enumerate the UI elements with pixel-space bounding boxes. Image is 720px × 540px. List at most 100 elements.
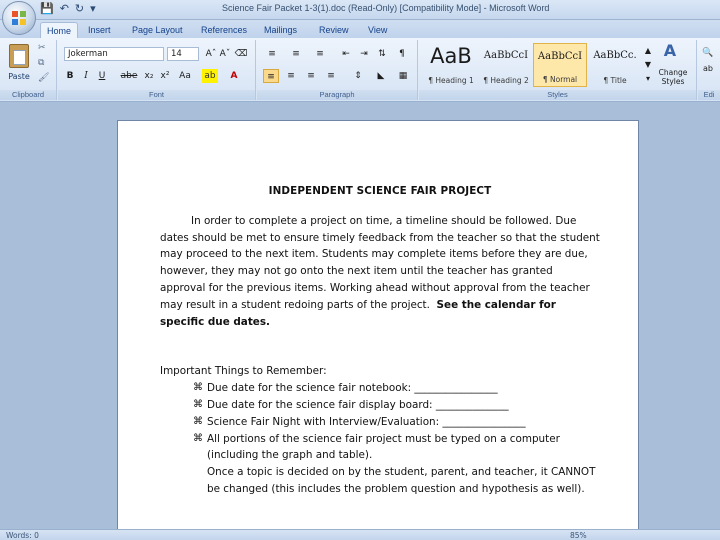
document-title: INDEPENDENT SCIENCE FAIR PROJECT (268, 185, 492, 197)
intro-text: In order to complete a project on time, … (160, 214, 600, 311)
style-heading-2[interactable]: AaBbCcI ¶ Heading 2 (479, 43, 533, 87)
subscript-button[interactable]: x₂ (142, 69, 156, 83)
styles-scroll-up-icon[interactable]: ▲ (643, 44, 653, 58)
bullet-icon: ⌘ (193, 382, 203, 394)
save-icon[interactable]: 💾 (40, 2, 54, 16)
format-painter-icon[interactable]: 🖌 (38, 73, 49, 83)
superscript-button[interactable]: x² (158, 69, 172, 83)
style-sample: AaBbCcI (483, 50, 529, 61)
things-heading: Important Things to Remember: (160, 365, 327, 378)
font-name-select[interactable]: Jokerman (64, 47, 164, 61)
undo-icon[interactable]: ↶ (60, 2, 69, 16)
style-sample: AaB (430, 44, 472, 68)
multilevel-list-icon[interactable]: ≡ (311, 47, 329, 61)
font-group: Jokerman 14 Aˆ Aˇ ⌫ B I U abe x₂ x² Aa a… (58, 40, 256, 100)
list-item: ⌘ Due date for the science fair display … (160, 397, 600, 414)
decrease-indent-icon[interactable]: ⇤ (339, 47, 353, 61)
status-bar: Words: 0 85% (0, 529, 720, 540)
editing-group-label: Edi (698, 90, 720, 100)
tab-references[interactable]: References (195, 22, 253, 38)
bold-button[interactable]: B (64, 69, 76, 83)
change-styles-button[interactable]: Change Styles (653, 68, 693, 86)
title-bar: 💾 ↶ ↻ ▾ Science Fair Packet 1-3(1).doc (… (0, 0, 720, 20)
numbering-icon[interactable]: ≡ (287, 47, 305, 61)
style-title[interactable]: AaBbCc. ¶ Title (588, 43, 642, 87)
list-item-text: Due date for the science fair notebook: … (207, 382, 498, 395)
justify-icon[interactable]: ≡ (323, 69, 339, 83)
styles-more-icon[interactable]: ▾ (643, 72, 653, 86)
tab-view[interactable]: View (362, 22, 393, 38)
grow-font-icon[interactable]: Aˆ (204, 47, 218, 61)
style-name: ¶ Title (603, 76, 627, 85)
copy-icon[interactable]: ⧉ (38, 58, 44, 68)
align-left-icon[interactable]: ≡ (263, 69, 279, 83)
editing-group: 🔍 ab Edi (698, 40, 720, 100)
sort-icon[interactable]: ⇅ (375, 47, 389, 61)
bullet-icon: ⌘ (193, 432, 203, 444)
font-group-label: Font (58, 90, 255, 100)
bullet-icon: ⌘ (193, 415, 203, 427)
style-sample: AaBbCcI (537, 51, 583, 62)
borders-icon[interactable]: ▦ (395, 69, 411, 83)
clipboard-group-label: Clipboard (0, 90, 56, 100)
office-button[interactable] (2, 1, 36, 35)
list-item: ⌘ All portions of the science fair proje… (160, 431, 600, 465)
styles-group: AaB ¶ Heading 1 AaBbCcI ¶ Heading 2 AaBb… (419, 40, 697, 100)
styles-scroll-down-icon[interactable]: ▼ (643, 58, 653, 72)
tab-insert[interactable]: Insert (82, 22, 117, 38)
increase-indent-icon[interactable]: ⇥ (357, 47, 371, 61)
change-styles-icon[interactable]: A (659, 43, 681, 59)
intro-paragraph: In order to complete a project on time, … (160, 213, 600, 331)
paragraph-group: ≡ ≡ ≡ ⇤ ⇥ ⇅ ¶ ≡ ≡ ≡ ≡ ⇕ ◣ ▦ Paragraph (257, 40, 418, 100)
style-name: ¶ Heading 2 (483, 76, 529, 85)
highlight-icon[interactable]: ab (202, 69, 218, 83)
align-center-icon[interactable]: ≡ (283, 69, 299, 83)
bullets-icon[interactable]: ≡ (263, 47, 281, 61)
ribbon: Paste ✂ ⧉ 🖌 Clipboard Jokerman 14 Aˆ Aˇ … (0, 38, 720, 102)
list-item-text: Science Fair Night with Interview/Evalua… (207, 415, 526, 428)
style-normal[interactable]: AaBbCcI ¶ Normal (533, 43, 587, 87)
paste-button[interactable]: Paste (6, 42, 32, 86)
change-case-button[interactable]: Aa (176, 69, 194, 83)
styles-group-label: Styles (419, 90, 696, 100)
redo-icon[interactable]: ↻ (75, 2, 84, 16)
strikethrough-button[interactable]: abe (120, 69, 138, 83)
italic-button[interactable]: I (80, 69, 92, 83)
clipboard-group: Paste ✂ ⧉ 🖌 Clipboard (0, 40, 57, 100)
style-sample: AaBbCc. (593, 50, 637, 61)
zoom-level[interactable]: 85% (570, 531, 587, 540)
word-count[interactable]: Words: 0 (6, 531, 39, 540)
shading-icon[interactable]: ◣ (373, 69, 389, 83)
list-item: ⌘ Science Fair Night with Interview/Eval… (160, 414, 600, 431)
replace-icon[interactable]: ab (700, 62, 716, 76)
document-page[interactable]: INDEPENDENT SCIENCE FAIR PROJECT In orde… (117, 120, 639, 530)
style-name: ¶ Heading 1 (428, 76, 474, 85)
shrink-font-icon[interactable]: Aˇ (218, 47, 232, 61)
tab-home[interactable]: Home (40, 22, 79, 38)
list-item-text: All portions of the science fair project… (207, 432, 560, 462)
show-formatting-icon[interactable]: ¶ (395, 47, 409, 61)
ribbon-tabs: Home Insert Page Layout References Maili… (0, 20, 720, 38)
find-icon[interactable]: 🔍 (700, 46, 716, 60)
tab-page-layout[interactable]: Page Layout (126, 22, 189, 38)
line-spacing-icon[interactable]: ⇕ (349, 69, 367, 83)
list-item: ⌘ Due date for the science fair notebook… (160, 380, 600, 397)
quick-access-toolbar: 💾 ↶ ↻ ▾ (40, 2, 96, 16)
font-size-select[interactable]: 14 (167, 47, 199, 61)
font-color-icon[interactable]: A (226, 69, 242, 83)
clear-formatting-icon[interactable]: ⌫ (234, 47, 248, 61)
cut-icon[interactable]: ✂ (38, 43, 46, 53)
style-name: ¶ Normal (542, 75, 578, 84)
customize-qat-icon[interactable]: ▾ (90, 2, 96, 16)
tab-mailings[interactable]: Mailings (258, 22, 303, 38)
document-content[interactable]: INDEPENDENT SCIENCE FAIR PROJECT In orde… (160, 183, 600, 498)
tab-review[interactable]: Review (313, 22, 355, 38)
paragraph-group-label: Paragraph (257, 90, 417, 100)
underline-button[interactable]: U (96, 69, 108, 83)
bullet-icon: ⌘ (193, 398, 203, 410)
align-right-icon[interactable]: ≡ (303, 69, 319, 83)
paste-label: Paste (8, 72, 30, 81)
style-heading-1[interactable]: AaB ¶ Heading 1 (424, 43, 478, 87)
office-logo-icon (12, 11, 26, 25)
list-item-text: Due date for the science fair display bo… (207, 398, 509, 411)
